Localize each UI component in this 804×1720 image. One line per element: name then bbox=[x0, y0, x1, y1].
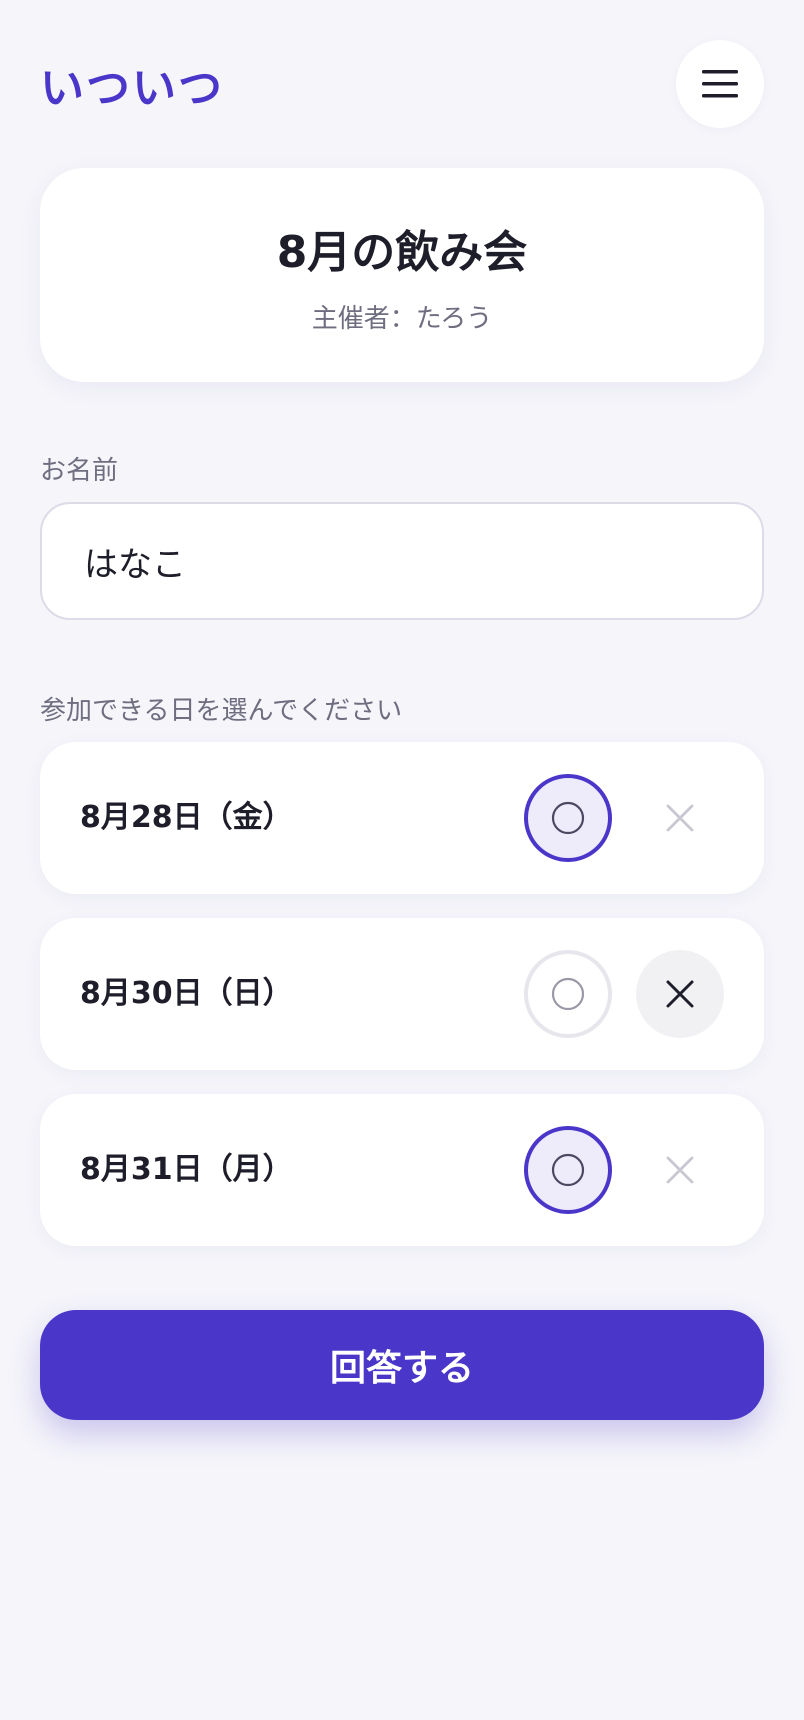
date-label: 8月31日（月） bbox=[80, 1152, 293, 1187]
date-label: 8月30日（日） bbox=[80, 976, 293, 1011]
submit-button[interactable]: 回答する bbox=[40, 1310, 764, 1420]
menu-button[interactable] bbox=[676, 40, 764, 128]
name-input[interactable] bbox=[40, 502, 764, 620]
name-label: お名前 bbox=[40, 456, 119, 486]
no-option-button[interactable] bbox=[636, 1126, 724, 1214]
no-option-button[interactable] bbox=[636, 774, 724, 862]
date-label: 8月28日（金） bbox=[80, 800, 293, 835]
circle-icon bbox=[551, 977, 585, 1011]
circle-icon bbox=[551, 801, 585, 835]
event-host: 主催者：たろう bbox=[311, 303, 493, 334]
app-header: いついつ bbox=[40, 40, 764, 128]
cross-icon bbox=[666, 1156, 694, 1184]
event-card: 8月の飲み会 主催者：たろう bbox=[40, 168, 764, 382]
yes-option-button[interactable] bbox=[524, 950, 612, 1038]
app-logo[interactable]: いついつ bbox=[40, 52, 224, 116]
date-row: 8月28日（金） bbox=[40, 742, 764, 894]
no-option-button[interactable] bbox=[636, 950, 724, 1038]
circle-icon bbox=[551, 1153, 585, 1187]
dates-label: 参加できる日を選んでください bbox=[40, 696, 403, 726]
cross-icon bbox=[666, 804, 694, 832]
yes-option-button[interactable] bbox=[524, 774, 612, 862]
event-title: 8月の飲み会 bbox=[276, 226, 528, 278]
date-row: 8月30日（日） bbox=[40, 918, 764, 1070]
yes-option-button[interactable] bbox=[524, 1126, 612, 1214]
cross-icon bbox=[666, 980, 694, 1008]
date-row: 8月31日（月） bbox=[40, 1094, 764, 1246]
menu-icon bbox=[702, 70, 738, 98]
